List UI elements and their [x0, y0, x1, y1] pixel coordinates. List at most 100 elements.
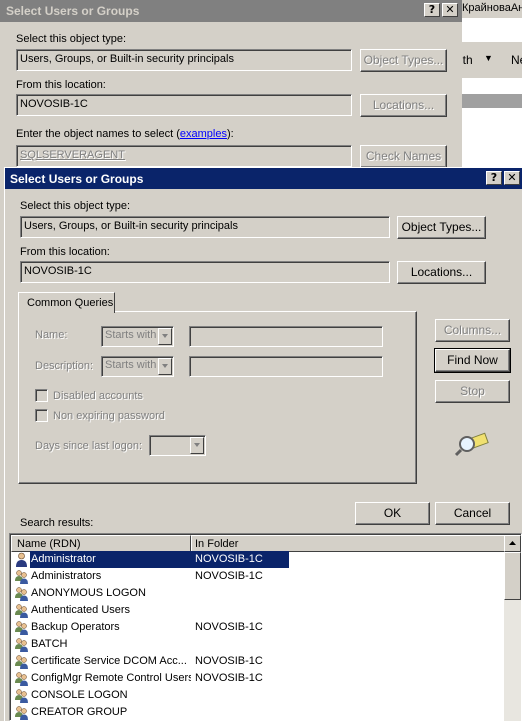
- chevron-down-icon: [190, 437, 204, 454]
- background-window-header-strip: [460, 94, 522, 108]
- name-operator-value: Starts with: [105, 329, 157, 341]
- locations-button[interactable]: Locations...: [397, 261, 486, 284]
- back-dialog-titlebar: Select Users or Groups ? ✕: [0, 0, 462, 22]
- find-now-button[interactable]: Find Now: [434, 348, 511, 373]
- object-type-label: Select this object type:: [20, 200, 131, 212]
- result-name: CREATOR GROUP: [31, 706, 128, 718]
- result-name: Administrators: [31, 570, 102, 582]
- disabled-accounts-checkbox[interactable]: [35, 389, 48, 402]
- back-location-field: NOVOSIB-1C: [16, 94, 352, 116]
- days-since-logon-label: Days since last logon:: [35, 440, 142, 452]
- tab-common-queries-label: Common Queries: [27, 297, 114, 309]
- column-header-name[interactable]: Name (RDN): [11, 535, 191, 552]
- results-header: Name (RDN) In Folder: [11, 535, 508, 552]
- back-help-button[interactable]: ?: [424, 3, 440, 17]
- back-names-value: SQLSERVERAGENT: [20, 149, 125, 161]
- group-icon: [14, 603, 29, 618]
- group-icon: [14, 586, 29, 601]
- dialog-title: Select Users or Groups: [10, 172, 144, 186]
- background-window: КрайноваАн ith ▼ Ne: [460, 0, 522, 170]
- background-window-content: [460, 130, 522, 170]
- group-icon: [14, 620, 29, 635]
- description-input[interactable]: [189, 356, 383, 377]
- description-label: Description:: [35, 360, 94, 372]
- days-since-logon-select[interactable]: [149, 435, 206, 456]
- close-button[interactable]: ✕: [504, 171, 520, 185]
- result-folder: NOVOSIB-1C: [195, 553, 263, 565]
- help-button[interactable]: ?: [486, 171, 502, 185]
- back-close-button[interactable]: ✕: [442, 3, 458, 17]
- description-operator-select[interactable]: Starts with: [101, 356, 174, 377]
- examples-link[interactable]: examples: [180, 128, 227, 140]
- back-names-field: SQLSERVERAGENT: [16, 145, 352, 167]
- table-row[interactable]: ANONYMOUS LOGON: [11, 585, 503, 602]
- group-icon: [14, 569, 29, 584]
- group-icon: [14, 654, 29, 669]
- disabled-accounts-label: Disabled accounts: [53, 390, 143, 402]
- table-row[interactable]: CONSOLE LOGON: [11, 687, 503, 704]
- scroll-thumb[interactable]: [504, 552, 521, 600]
- result-name: Administrator: [31, 553, 96, 565]
- chevron-down-icon[interactable]: ▼: [484, 53, 493, 63]
- result-name: ANONYMOUS LOGON: [31, 587, 146, 599]
- ok-button[interactable]: OK: [355, 502, 430, 525]
- column-header-folder-label: In Folder: [195, 538, 239, 550]
- back-names-label: Enter the object names to select (exampl…: [16, 128, 234, 140]
- table-row[interactable]: Certificate Service DCOM Acc... NOVOSIB-1…: [11, 653, 503, 670]
- result-name: CONSOLE LOGON: [31, 689, 128, 701]
- back-names-label-suffix: ):: [226, 128, 234, 140]
- description-operator-value: Starts with: [105, 359, 157, 371]
- search-icon: [455, 432, 489, 457]
- chevron-up-icon: [509, 541, 516, 545]
- result-folder: NOVOSIB-1C: [195, 570, 263, 582]
- back-dialog-title: Select Users or Groups: [6, 4, 140, 18]
- group-icon: [14, 705, 29, 720]
- table-row[interactable]: ConfigMgr Remote Control Users NOVOSIB-1C: [11, 670, 503, 687]
- table-row[interactable]: Administrator NOVOSIB-1C: [11, 551, 503, 568]
- name-operator-select[interactable]: Starts with: [101, 326, 174, 347]
- back-object-type-label: Select this object type:: [16, 33, 127, 45]
- columns-button[interactable]: Columns...: [435, 319, 510, 342]
- non-expiring-password-label: Non expiring password: [53, 410, 165, 422]
- table-row[interactable]: BATCH: [11, 636, 503, 653]
- result-name: Backup Operators: [31, 621, 120, 633]
- back-dialog: Select Users or Groups ? ✕ Select this o…: [0, 0, 462, 170]
- non-expiring-password-checkbox[interactable]: [35, 409, 48, 422]
- group-icon: [14, 671, 29, 686]
- column-header-name-label: Name (RDN): [17, 538, 81, 550]
- result-name: Certificate Service DCOM Acc...: [31, 655, 187, 667]
- table-row[interactable]: Backup Operators NOVOSIB-1C: [11, 619, 503, 636]
- back-object-types-button[interactable]: Object Types...: [360, 49, 447, 72]
- back-check-names-button[interactable]: Check Names: [360, 145, 447, 168]
- result-name: Authenticated Users: [31, 604, 131, 616]
- back-names-label-prefix: Enter the object names to select (: [16, 128, 180, 140]
- scroll-up-button[interactable]: [504, 535, 521, 552]
- search-results-label: Search results:: [20, 517, 94, 529]
- result-name: ConfigMgr Remote Control Users: [31, 672, 191, 684]
- object-type-field: Users, Groups, or Built-in security prin…: [20, 216, 390, 238]
- result-folder: NOVOSIB-1C: [195, 655, 263, 667]
- object-types-button[interactable]: Object Types...: [397, 216, 486, 239]
- vertical-scrollbar[interactable]: [504, 535, 521, 721]
- tab-common-queries[interactable]: Common Queries: [18, 292, 115, 313]
- user-icon: [14, 552, 29, 567]
- cancel-button[interactable]: Cancel: [435, 502, 510, 525]
- background-menu-new[interactable]: Ne: [511, 53, 522, 67]
- stop-button[interactable]: Stop: [435, 380, 510, 403]
- back-location-label: From this location:: [16, 79, 106, 91]
- back-object-type-field: Users, Groups, or Built-in security prin…: [16, 49, 352, 71]
- group-icon: [14, 637, 29, 652]
- table-row[interactable]: Authenticated Users: [11, 602, 503, 619]
- background-window-title: КрайноваАн: [462, 2, 522, 14]
- chevron-down-icon: [158, 328, 172, 345]
- back-locations-button[interactable]: Locations...: [360, 94, 447, 117]
- name-input[interactable]: [189, 326, 383, 347]
- column-header-folder[interactable]: In Folder: [191, 535, 508, 552]
- location-label: From this location:: [20, 246, 110, 258]
- table-row[interactable]: CREATOR GROUP: [11, 704, 503, 721]
- chevron-down-icon: [158, 358, 172, 375]
- group-icon: [14, 688, 29, 703]
- result-folder: NOVOSIB-1C: [195, 621, 263, 633]
- dialog-titlebar: Select Users or Groups ? ✕: [5, 168, 522, 189]
- table-row[interactable]: Administrators NOVOSIB-1C: [11, 568, 503, 585]
